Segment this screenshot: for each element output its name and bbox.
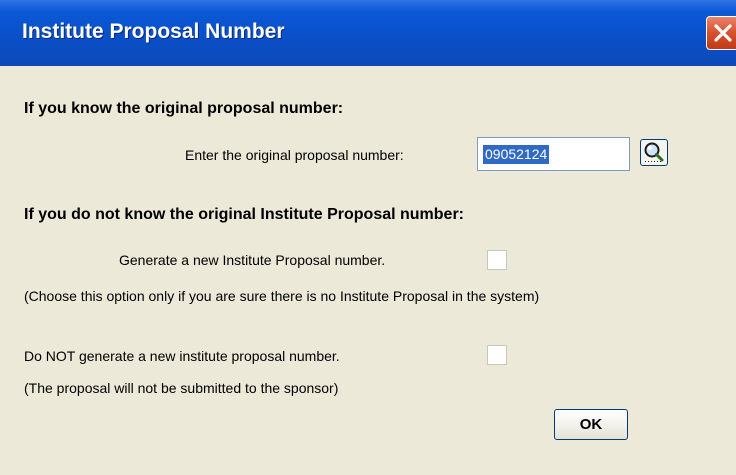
proposal-number-label: Enter the original proposal number:: [185, 147, 404, 163]
generate-new-note: (Choose this option only if you are sure…: [24, 288, 540, 304]
generate-new-checkbox[interactable]: [487, 250, 507, 270]
do-not-generate-checkbox[interactable]: [487, 345, 507, 365]
proposal-number-input[interactable]: [477, 137, 630, 171]
magnifier-search-icon: [644, 142, 664, 162]
ok-button[interactable]: OK: [554, 409, 628, 440]
unknown-section-heading: If you do not know the original Institut…: [24, 206, 464, 223]
close-icon: [714, 24, 732, 42]
known-section-heading: If you know the original proposal number…: [24, 100, 344, 117]
close-button[interactable]: [706, 16, 736, 50]
do-not-generate-label: Do NOT generate a new institute proposal…: [24, 348, 340, 364]
window-title: Institute Proposal Number: [22, 20, 285, 43]
do-not-generate-note: (The proposal will not be submitted to t…: [24, 380, 339, 396]
generate-new-label: Generate a new Institute Proposal number…: [119, 252, 386, 268]
proposal-lookup-button[interactable]: [640, 139, 668, 166]
title-bar[interactable]: Institute Proposal Number: [0, 0, 736, 66]
